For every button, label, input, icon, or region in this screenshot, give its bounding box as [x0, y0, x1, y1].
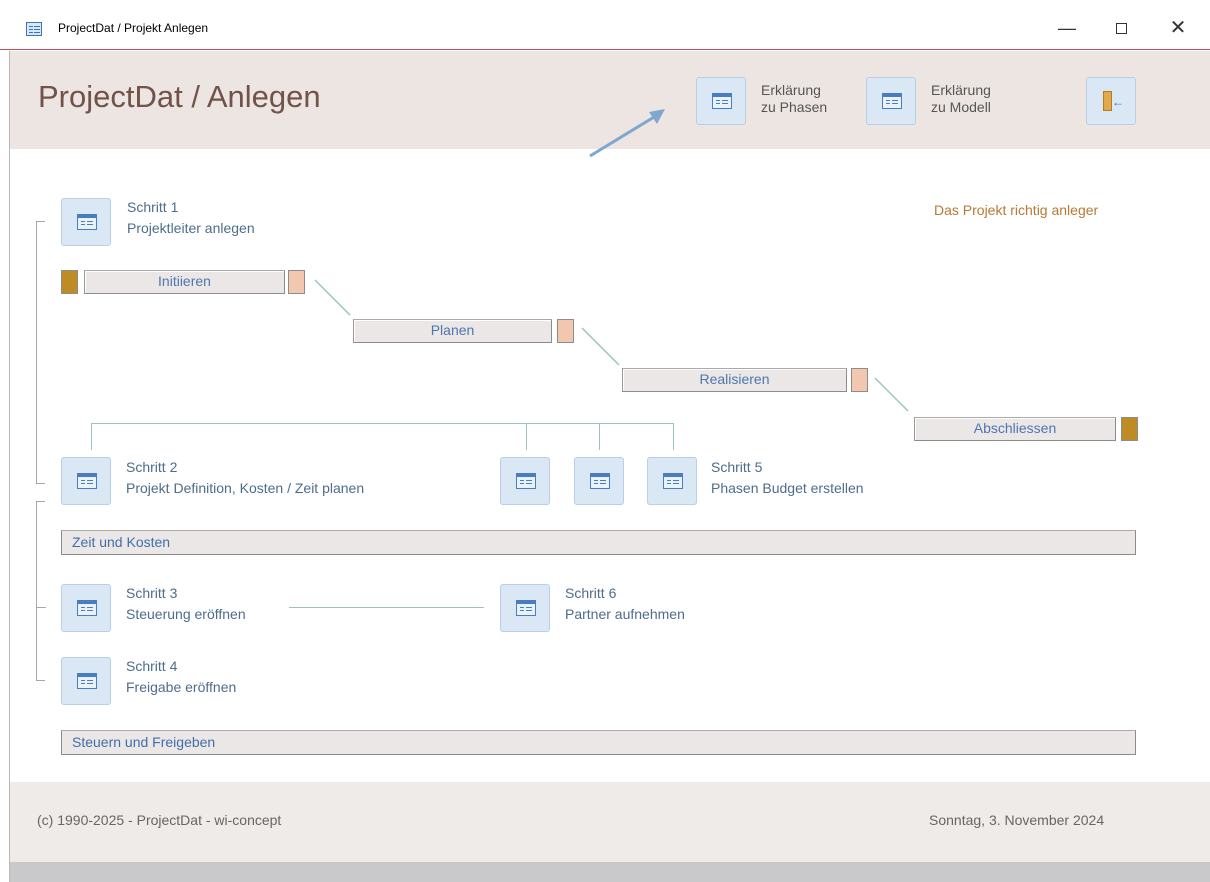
form-app-icon — [26, 22, 42, 36]
form-icon — [516, 600, 536, 616]
step4-label[interactable]: Schritt 4 Freigabe eröffnen — [126, 656, 236, 698]
close-button[interactable]: ✕ — [1165, 17, 1191, 41]
connector-line — [599, 423, 600, 450]
maximize-button[interactable] — [1108, 17, 1134, 41]
title-bar: ProjectDat / Projekt Anlegen — ✕ — [0, 0, 1210, 50]
step6-button[interactable] — [500, 584, 550, 632]
model-explanation-button[interactable] — [866, 77, 916, 125]
step1-button[interactable] — [61, 198, 111, 246]
maximize-icon — [1115, 23, 1127, 34]
form-icon — [882, 93, 902, 109]
form-icon — [77, 600, 97, 616]
form-icon — [77, 214, 97, 230]
step5-button[interactable] — [647, 457, 697, 505]
annotation-arrow — [589, 109, 665, 158]
exit-door-icon: ← — [1103, 91, 1124, 111]
window-title: ProjectDat / Projekt Anlegen — [58, 21, 209, 35]
app-window: ProjectDat / Projekt Anlegen — ✕ Project… — [0, 0, 1210, 882]
cost-planning-button[interactable] — [574, 457, 624, 505]
step2-label[interactable]: Schritt 2 Projekt Definition, Kosten / Z… — [126, 457, 364, 499]
step-bracket — [36, 221, 45, 484]
connector-line — [289, 607, 484, 608]
connector-line — [91, 423, 674, 424]
phase-abschliessen[interactable]: Abschliessen — [914, 417, 1116, 441]
form-icon — [77, 673, 97, 689]
form-icon — [663, 473, 683, 489]
current-date: Sonntag, 3. November 2024 — [929, 812, 1105, 828]
project-setup-note: Das Projekt richtig anleger — [934, 202, 1099, 218]
form-icon — [516, 473, 536, 489]
page-title: ProjectDat / Anlegen — [38, 79, 321, 114]
phase-start-marker — [61, 270, 78, 294]
phase-connectors — [314, 279, 909, 412]
step6-label[interactable]: Schritt 6 Partner aufnehmen — [565, 583, 685, 625]
step3-button[interactable] — [61, 584, 111, 632]
connector-line — [673, 423, 674, 450]
step2-button[interactable] — [61, 457, 111, 505]
model-explanation-label[interactable]: Erklärung zu Modell — [931, 82, 991, 116]
exit-button[interactable]: ← — [1086, 77, 1136, 125]
step-bracket — [36, 501, 45, 681]
form-icon — [712, 93, 732, 109]
form-icon — [77, 473, 97, 489]
step3-label[interactable]: Schritt 3 Steuerung eröffnen — [126, 583, 246, 625]
status-bar — [10, 862, 1210, 882]
left-border — [9, 51, 10, 882]
step4-button[interactable] — [61, 657, 111, 705]
form-icon — [590, 473, 610, 489]
phase-end-marker — [1121, 417, 1138, 441]
step1-label[interactable]: Schritt 1 Projektleiter anlegen — [127, 197, 255, 239]
connector-line — [526, 423, 527, 450]
phases-explanation-button[interactable] — [696, 77, 746, 125]
time-planning-button[interactable] — [500, 457, 550, 505]
section-time-cost: Zeit und Kosten — [61, 530, 1136, 555]
phase-initiieren[interactable]: Initiieren — [84, 270, 285, 294]
section-control-release: Steuern und Freigeben — [61, 730, 1136, 755]
connector-line — [36, 607, 46, 608]
phases-explanation-label[interactable]: Erklärung zu Phasen — [761, 82, 827, 116]
connector-line — [91, 423, 92, 450]
copyright-text: (c) 1990-2025 - ProjectDat - wi-concept — [37, 812, 282, 828]
minimize-button[interactable]: — — [1054, 17, 1080, 41]
step5-label[interactable]: Schritt 5 Phasen Budget erstellen — [711, 457, 864, 499]
phase-marker — [288, 270, 305, 294]
